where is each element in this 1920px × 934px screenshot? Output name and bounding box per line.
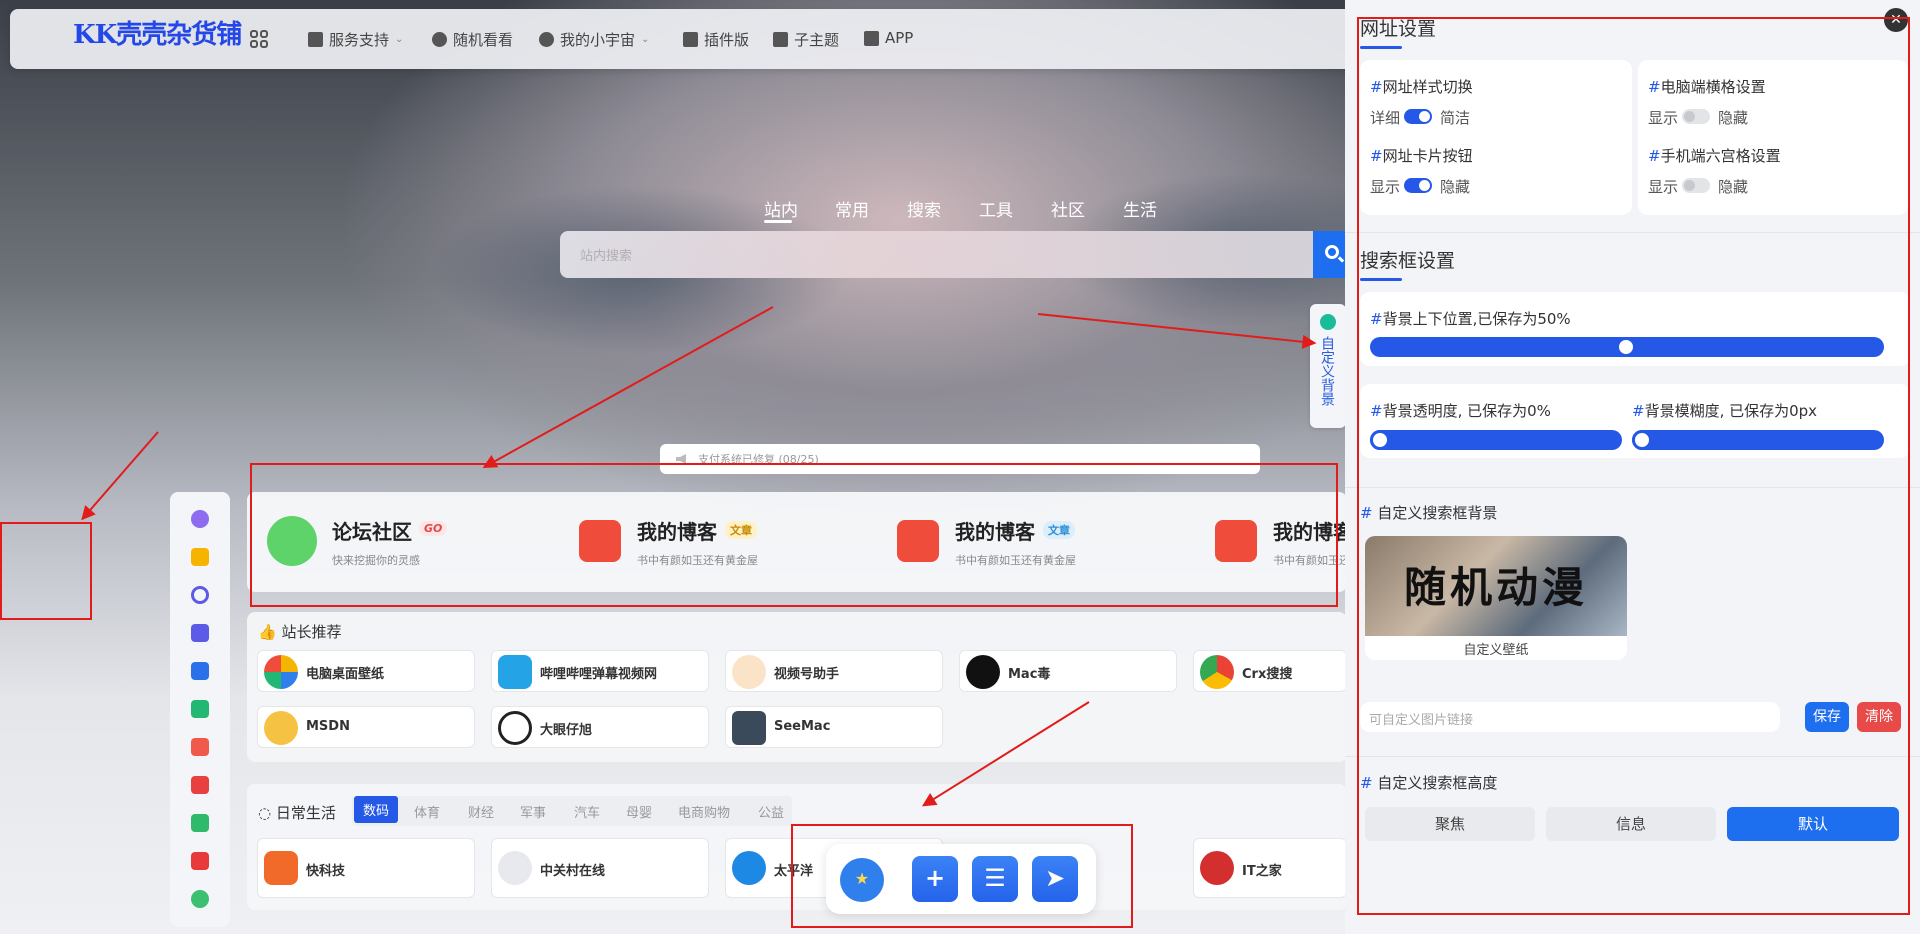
nav-random[interactable]: 随机看看 [432,29,513,50]
recommend-section: 电脑桌面壁纸 哔哩哔哩弹幕视频网 视频号助手 Mac毒 Crx搜搜 MSDN 大… [247,612,1347,762]
chrome-icon [432,32,447,47]
daily-tabs: 数码 体育 财经 军事 汽车 母婴 电商购物 公益 [352,796,792,826]
daily-tab[interactable]: 汽车 [574,802,600,821]
badge-icon[interactable] [191,890,209,908]
search-tab-site[interactable]: 站内 [764,196,798,221]
circle-icon[interactable] [191,586,209,604]
service-icon [308,32,323,47]
layers-icon[interactable] [191,662,209,680]
msdn-icon [264,711,298,745]
annotation-box [791,824,1133,928]
video-icon[interactable] [191,852,209,870]
daily-tab[interactable]: 体育 [414,802,440,821]
eye-icon [498,711,532,745]
daily-tab[interactable]: 母婴 [626,802,652,821]
toolbox-icon[interactable] [191,776,209,794]
daily-tab[interactable]: 电商购物 [678,802,730,821]
site-link[interactable]: 快科技 [257,838,475,898]
daily-title: ◌ 日常生活 [258,804,336,822]
zol-icon [498,851,532,885]
chevron-down-icon: ⌄ [395,34,404,45]
search-tab-community[interactable]: 社区 [1051,196,1085,221]
nav-service-support[interactable]: 服务支持 ⌄ [308,29,403,50]
seemac-icon [732,711,766,745]
site-link[interactable]: 哔哩哔哩弹幕视频网 [491,650,709,692]
daily-tab[interactable]: 军事 [520,802,546,821]
camera-icon[interactable] [191,700,209,718]
channels-icon [732,655,766,689]
search-icon [1325,245,1339,259]
apps-grid-icon[interactable] [250,30,268,48]
android-icon [864,30,879,46]
custom-background-tab[interactable]: 自定义背景 [1310,304,1346,428]
thumbs-up-icon[interactable] [191,548,209,566]
nav-universe[interactable]: 我的小宇宙 ⌄ [539,29,649,50]
daily-tab[interactable]: 公益 [758,802,784,821]
ithome-icon [1200,851,1234,885]
annotation-box [250,463,1338,607]
annotation-box [0,522,92,620]
signal-icon[interactable] [191,814,209,832]
firefox-icon [539,32,554,47]
site-link[interactable]: 中关村在线 [491,838,709,898]
apps-icon[interactable] [191,738,209,756]
kuaikeji-icon [264,851,298,885]
nav-plugin[interactable]: 插件版 [683,29,749,50]
search-input[interactable] [560,231,1320,278]
annotation-arrow [1037,313,1315,345]
site-link[interactable]: 视频号助手 [725,650,943,692]
site-link[interactable]: 电脑桌面壁纸 [257,650,475,692]
site-link[interactable]: Mac毒 [959,650,1177,692]
thumbs-up-icon [773,32,788,47]
site-logo[interactable]: KK壳壳杂货铺 [73,14,242,51]
bilibili-icon [498,655,532,689]
search-placeholder: 站内搜索 [580,249,633,264]
rocket-icon[interactable] [191,510,209,528]
palette-icon [1320,314,1336,330]
active-tab-underline [764,220,792,223]
search-tab-tools[interactable]: 工具 [979,196,1013,221]
macdu-icon [966,655,1000,689]
site-link[interactable]: 大眼仔旭 [491,706,709,748]
nav-app[interactable]: APP [864,29,913,47]
daily-tab[interactable]: 数码 [354,796,399,823]
recommend-title: 👍 站长推荐 [258,623,342,641]
site-link[interactable]: IT之家 [1193,838,1347,898]
wallpaper-icon [264,655,298,689]
windows-icon [683,32,698,47]
site-link[interactable]: Crx搜搜 [1193,650,1347,692]
search-tab-search[interactable]: 搜索 [907,196,941,221]
chrome-icon [1200,655,1234,689]
annotation-box [1357,17,1910,915]
pconline-icon [732,851,766,885]
site-link[interactable]: MSDN [257,706,475,748]
daily-tab[interactable]: 财经 [468,802,494,821]
left-sidebar [170,492,230,927]
search-tab-common[interactable]: 常用 [835,196,869,221]
annotation-arrow [81,431,159,520]
nav-child-theme[interactable]: 子主题 [773,29,839,50]
chevron-down-icon: ⌄ [641,34,650,45]
site-link[interactable]: SeeMac [725,706,943,748]
search-tab-life[interactable]: 生活 [1123,196,1157,221]
robot-icon[interactable] [191,624,209,642]
